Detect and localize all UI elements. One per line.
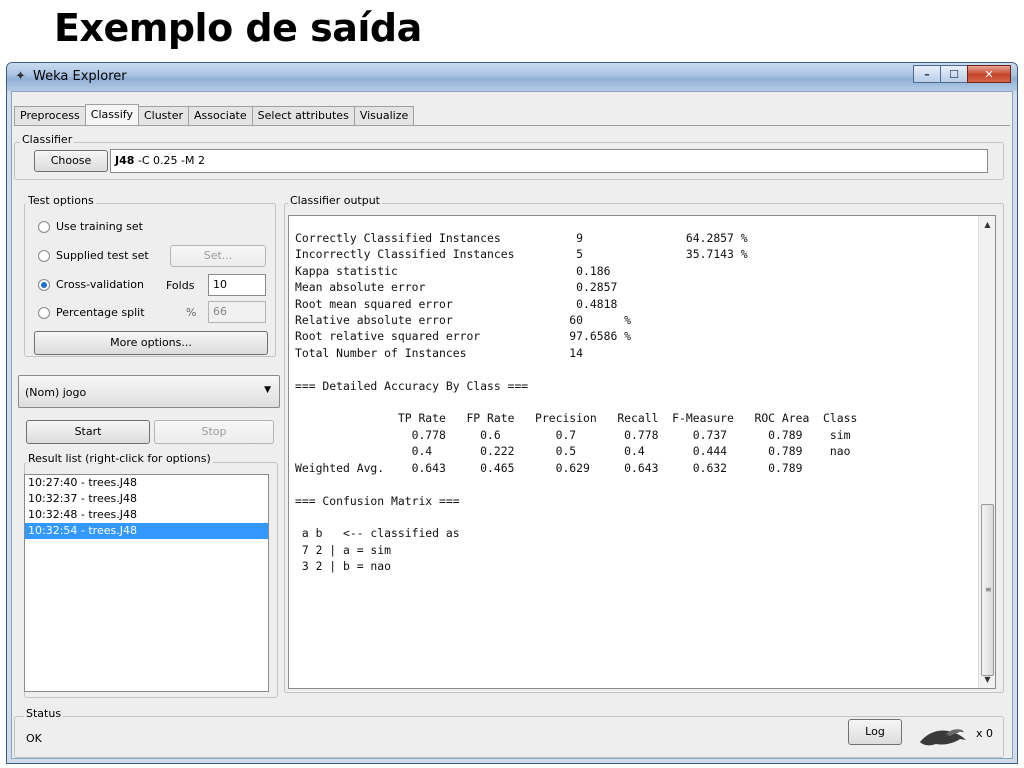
- tab-classify[interactable]: Classify: [84, 104, 139, 125]
- classifier-output-text: Correctly Classified Instances 9 64.2857…: [295, 231, 858, 574]
- folds-input[interactable]: 10: [208, 274, 266, 296]
- use-training-set-option[interactable]: Use training set: [38, 220, 143, 233]
- slide-title: Exemplo de saída: [54, 6, 422, 50]
- classifier-output-text-area[interactable]: Correctly Classified Instances 9 64.2857…: [288, 215, 996, 689]
- choose-classifier-button[interactable]: Choose: [34, 150, 108, 172]
- start-button[interactable]: Start: [26, 420, 150, 444]
- title-bar[interactable]: ✦ Weka Explorer – ☐ ✕: [7, 63, 1017, 91]
- tab-bar: Preprocess Classify Cluster Associate Se…: [14, 104, 415, 126]
- minimize-button[interactable]: –: [913, 65, 941, 83]
- result-item[interactable]: 10:27:40 - trees.J48: [25, 475, 268, 491]
- tab-preprocess[interactable]: Preprocess: [14, 106, 86, 125]
- percent-symbol: %: [186, 306, 197, 319]
- cross-validation-radio[interactable]: [38, 278, 50, 291]
- more-options-button[interactable]: More options...: [34, 331, 268, 355]
- task-count: x 0: [976, 727, 994, 740]
- tab-associate[interactable]: Associate: [188, 106, 253, 125]
- chevron-down-icon: ▼: [264, 385, 271, 395]
- tab-cluster[interactable]: Cluster: [137, 106, 189, 125]
- classifier-name: J48: [115, 154, 135, 167]
- tab-select-attributes[interactable]: Select attributes: [251, 106, 355, 125]
- close-button[interactable]: ✕: [967, 65, 1011, 83]
- result-list: 10:27:40 - trees.J48 10:32:37 - trees.J4…: [24, 474, 269, 692]
- folds-label: Folds: [166, 279, 195, 292]
- result-item-selected[interactable]: 10:32:54 - trees.J48: [25, 523, 268, 539]
- set-test-set-button[interactable]: Set...: [170, 245, 266, 267]
- classifier-output-label: Classifier output: [288, 194, 382, 207]
- stop-button[interactable]: Stop: [154, 420, 274, 444]
- use-training-set-radio[interactable]: [38, 220, 50, 233]
- result-item[interactable]: 10:32:48 - trees.J48: [25, 507, 268, 523]
- supplied-test-set-radio[interactable]: [38, 249, 50, 262]
- window-title: Weka Explorer: [33, 69, 127, 84]
- grip-icon: ≡: [985, 585, 992, 594]
- cross-validation-label: Cross-validation: [56, 278, 144, 291]
- status-label: Status: [24, 707, 64, 720]
- test-options-label: Test options: [26, 194, 96, 207]
- classifier-config-field[interactable]: J48 -C 0.25 -M 2: [110, 149, 988, 173]
- result-list-label: Result list (right-click for options): [26, 452, 213, 465]
- weka-bird-icon: [920, 729, 966, 746]
- cross-validation-option[interactable]: Cross-validation: [38, 278, 144, 291]
- classifier-options: -C 0.25 -M 2: [134, 154, 205, 167]
- scroll-thumb[interactable]: ≡: [981, 504, 994, 676]
- scroll-down-icon[interactable]: ▼: [979, 671, 995, 688]
- weka-bird-icon: ✦: [15, 69, 26, 84]
- percentage-split-input[interactable]: 66: [208, 301, 266, 323]
- tab-visualize[interactable]: Visualize: [353, 106, 415, 125]
- maximize-button[interactable]: ☐: [940, 65, 968, 83]
- output-scrollbar[interactable]: ▲ ≡ ▼: [978, 216, 995, 688]
- use-training-set-label: Use training set: [56, 220, 143, 233]
- percentage-split-radio[interactable]: [38, 306, 50, 319]
- percentage-split-label: Percentage split: [56, 306, 145, 319]
- supplied-test-set-label: Supplied test set: [56, 249, 149, 262]
- percentage-split-option[interactable]: Percentage split: [38, 306, 145, 319]
- status-text: OK: [26, 732, 42, 745]
- result-item[interactable]: 10:32:37 - trees.J48: [25, 491, 268, 507]
- supplied-test-set-option[interactable]: Supplied test set: [38, 249, 149, 262]
- classifier-group-label: Classifier: [20, 133, 75, 146]
- class-attribute-value: (Nom) jogo: [25, 386, 87, 399]
- tab-panel-border: [14, 125, 1010, 126]
- scroll-up-icon[interactable]: ▲: [979, 216, 995, 233]
- window-controls: – ☐ ✕: [913, 65, 1011, 85]
- class-attribute-dropdown[interactable]: (Nom) jogo ▼: [18, 375, 280, 408]
- log-button[interactable]: Log: [848, 719, 902, 745]
